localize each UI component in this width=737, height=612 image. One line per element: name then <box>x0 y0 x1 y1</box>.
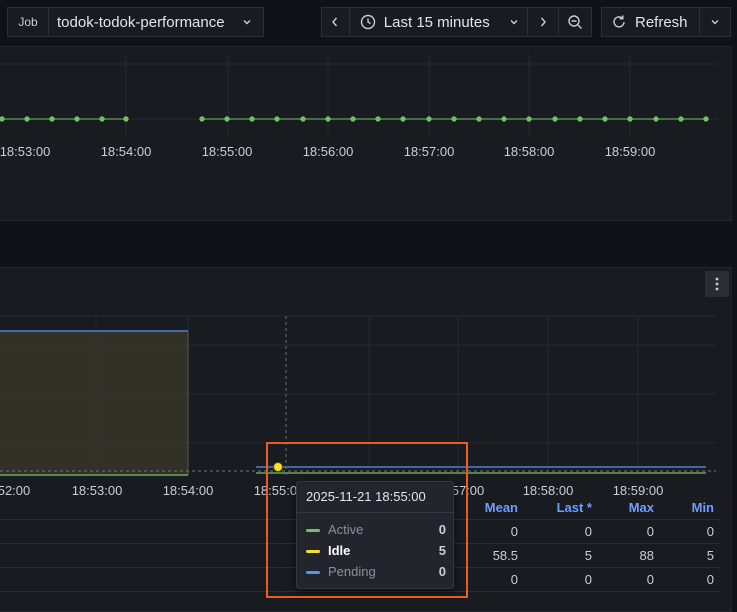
legend-value: 0 <box>584 572 592 587</box>
highlight-box <box>266 442 468 598</box>
legend-value: 0 <box>706 572 714 587</box>
top-series-line <box>0 116 709 122</box>
refresh-button[interactable]: Refresh <box>602 8 699 36</box>
job-variable-label: Job <box>18 15 38 29</box>
top-x-tick: 18:57:00 <box>403 144 455 159</box>
time-range-label: Last 15 minutes <box>383 13 490 31</box>
clock-icon <box>360 14 376 30</box>
more-vertical-icon[interactable] <box>705 271 729 297</box>
legend-header-last[interactable]: Last * <box>540 500 592 515</box>
top-x-tick: 18:59:00 <box>604 144 656 159</box>
zoom-out-icon[interactable] <box>558 8 591 36</box>
refresh-group: Refresh <box>601 7 731 37</box>
bottom-x-tick: 18:54:00 <box>162 483 214 498</box>
chevron-down-icon[interactable] <box>699 8 730 36</box>
top-x-tick: 18:58:00 <box>503 144 555 159</box>
chevron-down-icon <box>509 17 519 27</box>
legend-value: 0 <box>584 524 592 539</box>
bottom-x-tick: 18:58:00 <box>522 483 574 498</box>
legend-header-min[interactable]: Min <box>662 500 714 515</box>
legend-header-mean[interactable]: Mean <box>466 500 518 515</box>
bottom-x-tick: 18:53:00 <box>71 483 123 498</box>
legend-value: 0 <box>646 572 654 587</box>
legend-value: 58.5 <box>492 548 518 563</box>
bottom-x-tick: 18:59:00 <box>612 483 664 498</box>
chevron-right-icon[interactable] <box>527 8 558 36</box>
top-x-tick: 18:56:00 <box>302 144 354 159</box>
time-range-button[interactable]: Last 15 minutes <box>348 8 528 36</box>
legend-value: 0 <box>510 572 518 587</box>
bottom-x-tick: 52:00 <box>0 483 31 498</box>
toolbar: Job todok-todok-performance Last 15 minu… <box>0 0 737 46</box>
top-chart-plot <box>0 54 718 137</box>
legend-value: 0 <box>510 524 518 539</box>
top-x-tick: 18:54:00 <box>100 144 152 159</box>
chevron-left-icon[interactable] <box>322 8 349 36</box>
refresh-label: Refresh <box>635 13 688 31</box>
legend-header-max[interactable]: Max <box>602 500 654 515</box>
top-x-tick: 18:53:00 <box>0 144 51 159</box>
legend-value: 5 <box>584 548 592 563</box>
chevron-down-icon[interactable] <box>232 8 262 36</box>
refresh-icon <box>611 14 627 30</box>
job-variable-value[interactable]: todok-todok-performance <box>48 8 232 36</box>
time-picker-group: Last 15 minutes <box>321 7 592 37</box>
legend-value: 0 <box>706 524 714 539</box>
legend-value: 5 <box>706 548 714 563</box>
job-variable-picker[interactable]: Job todok-todok-performance <box>7 7 264 37</box>
legend-value: 0 <box>646 524 654 539</box>
top-x-tick: 18:55:00 <box>201 144 253 159</box>
idle-area-fill <box>0 331 188 476</box>
legend-value: 88 <box>639 548 654 563</box>
